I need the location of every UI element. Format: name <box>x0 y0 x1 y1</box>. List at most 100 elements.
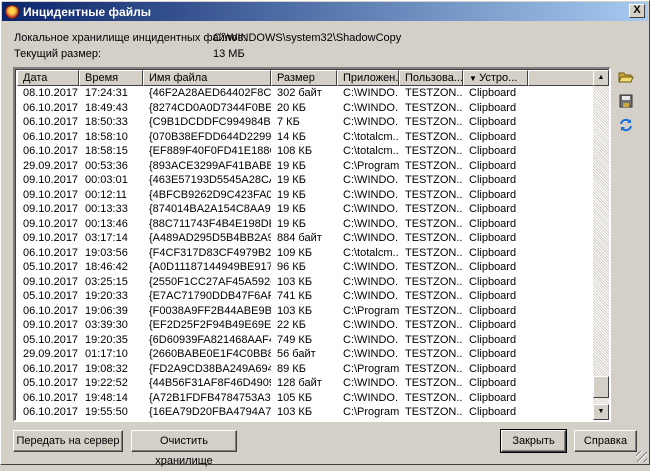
table-row[interactable]: 06.10.2017 19:55:50 {16EA79D20FBA4794A7F..… <box>17 405 595 420</box>
table-row[interactable]: 05.10.2017 19:20:33 {E7AC71790DDB47F6AF8..… <box>17 289 595 304</box>
table-cell: 103 КБ <box>277 406 313 418</box>
refresh-icon[interactable] <box>618 117 634 133</box>
table-cell: C:\WINDO... <box>343 290 399 302</box>
table-cell: 20 КБ <box>277 101 306 114</box>
column-header[interactable] <box>528 70 595 86</box>
incident-files-table[interactable]: Дата Время Имя файла Размер Приложен... Польз… <box>13 67 611 422</box>
table-cell: 06.10.2017 <box>23 304 79 317</box>
table-row[interactable]: 06.10.2017 19:03:56 {F4CF317D83CF4979B2D..… <box>17 246 595 261</box>
column-header[interactable]: Дата <box>17 70 79 86</box>
table-cell: 19 КБ <box>277 174 306 186</box>
table-cell: 749 КБ <box>277 333 313 346</box>
table-cell: {070B38EFDD644D22997... <box>149 130 271 143</box>
table-row[interactable]: 06.10.2017 18:58:10 {070B38EFDD644D22997..… <box>17 130 595 145</box>
column-header[interactable]: Пользова... <box>399 70 463 86</box>
table-cell: C:\WINDO... <box>343 188 399 201</box>
table-cell: TESTZON... <box>405 232 463 244</box>
resize-grip[interactable] <box>636 451 647 462</box>
scroll-up-button[interactable]: ▲ <box>593 70 609 86</box>
column-header[interactable]: Имя файла <box>143 70 271 86</box>
table-cell: 00:12:11 <box>85 188 128 201</box>
send-to-server-button[interactable]: Передать на сервер <box>13 430 123 452</box>
table-row[interactable]: 29.09.2017 01:17:10 {2660BABE0E1F4C0BB81..… <box>17 347 595 362</box>
table-cell: C:\totalcm... <box>343 246 399 259</box>
vertical-scrollbar[interactable]: ▲ ▼ <box>593 70 609 420</box>
scroll-down-button[interactable]: ▼ <box>593 404 609 420</box>
clear-storage-button[interactable]: Очистить хранилище <box>131 430 237 467</box>
table-cell: 03:25:15 <box>85 275 128 288</box>
storage-path: C:\WINDOWS\system32\ShadowCopy <box>213 32 402 44</box>
table-cell: TESTZON... <box>405 174 463 186</box>
open-folder-icon[interactable] <box>618 69 634 85</box>
table-cell: 09.10.2017 <box>23 232 79 244</box>
table-cell: {44B56F31AF8F46D49092... <box>149 377 271 389</box>
table-cell: 103 КБ <box>277 304 313 317</box>
table-cell: Clipboard <box>469 217 517 230</box>
column-header[interactable]: Размер <box>271 70 337 86</box>
table-cell: {16EA79D20FBA4794A7F... <box>149 406 271 418</box>
table-row[interactable]: 05.10.2017 18:46:42 {A0D11187144949BE917..… <box>17 260 595 275</box>
table-cell: TESTZON... <box>405 130 463 143</box>
save-icon[interactable] <box>618 93 634 109</box>
table-row[interactable]: 09.10.2017 00:13:46 {88C711743F4B4E198DE..… <box>17 217 595 232</box>
table-row[interactable]: 06.10.2017 19:48:14 {A72B1FDFB4784753A38..… <box>17 391 595 406</box>
help-button[interactable]: Справка <box>574 430 637 452</box>
table-cell: {6D60939FA821468AAF42... <box>149 333 271 346</box>
table-row[interactable]: 08.10.2017 17:24:31 {46F2A28AED64402F8C0..… <box>17 86 595 101</box>
table-row[interactable]: 05.10.2017 19:22:52 {44B56F31AF8F46D49092.… <box>17 376 595 391</box>
table-row[interactable]: 29.09.2017 00:53:36 {893ACE3299AF41BABB7..… <box>17 159 595 174</box>
table-cell: C:\WINDO... <box>343 203 399 215</box>
table-cell: TESTZON... <box>405 290 463 302</box>
table-cell: TESTZON... <box>405 203 463 215</box>
table-cell: 302 байт <box>277 87 322 99</box>
table-cell: 09.10.2017 <box>23 188 79 201</box>
table-cell: Clipboard <box>469 261 517 273</box>
table-row[interactable]: 09.10.2017 00:03:01 {463E57193D5545A28CA..… <box>17 173 595 188</box>
table-cell: 06.10.2017 <box>23 391 79 404</box>
table-row[interactable]: 09.10.2017 00:12:11 {4BFCB9262D9C423FA03..… <box>17 188 595 203</box>
table-cell: Clipboard <box>469 290 517 302</box>
table-cell: Clipboard <box>469 188 517 201</box>
table-cell: {EF2D25F2F94B49E69EF... <box>149 319 271 331</box>
table-cell: TESTZON... <box>405 391 463 404</box>
incident-files-window: Инцидентные файлы X Локальное хранилище … <box>0 0 650 467</box>
table-cell: 06.10.2017 <box>23 145 79 157</box>
table-row[interactable]: 09.10.2017 03:25:15 {2550F1CC27AF45A5926C.… <box>17 275 595 290</box>
table-cell: 08.10.2017 <box>23 87 79 99</box>
table-row[interactable]: 06.10.2017 18:49:43 {8274CD0A0D7344F0BE6..… <box>17 101 595 116</box>
scroll-thumb[interactable] <box>593 376 609 398</box>
table-row[interactable]: 06.10.2017 18:50:33 {C9B1DCDDFC994984BB...… <box>17 115 595 130</box>
table-row[interactable]: 06.10.2017 18:58:15 {EF889F40F0FD41E188CF.… <box>17 144 595 159</box>
column-header[interactable]: ▼ Устро... <box>463 70 528 86</box>
table-row[interactable]: 06.10.2017 19:06:39 {F0038A9FF2B44ABE9B8..… <box>17 304 595 319</box>
table-cell: 05.10.2017 <box>23 261 79 273</box>
table-cell: Clipboard <box>469 362 517 375</box>
table-row[interactable]: 09.10.2017 00:13:33 {874014BA2A154C8AA92..… <box>17 202 595 217</box>
table-cell: 103 КБ <box>277 275 313 288</box>
table-cell: 09.10.2017 <box>23 174 79 186</box>
sort-descending-icon: ▼ <box>469 74 480 83</box>
table-cell: TESTZON... <box>405 304 463 317</box>
close-button[interactable]: Закрыть <box>500 429 567 453</box>
column-header[interactable]: Время <box>79 70 143 86</box>
table-cell: Clipboard <box>469 232 517 244</box>
column-header[interactable]: Приложен... <box>337 70 399 86</box>
table-cell: TESTZON... <box>405 406 463 418</box>
table-row[interactable]: 05.10.2017 19:20:35 {6D60939FA821468AAF42.… <box>17 333 595 348</box>
table-cell: 108 КБ <box>277 145 313 157</box>
table-cell: Clipboard <box>469 391 517 404</box>
table-cell: 29.09.2017 <box>23 159 79 172</box>
table-cell: C:\WINDO... <box>343 261 399 273</box>
close-window-button[interactable]: X <box>629 4 645 18</box>
table-cell: 00:13:46 <box>85 217 128 230</box>
table-cell: 96 КБ <box>277 261 306 273</box>
table-cell: {893ACE3299AF41BABB7... <box>149 159 271 172</box>
table-row[interactable]: 09.10.2017 03:39:30 {EF2D25F2F94B49E69EF..… <box>17 318 595 333</box>
table-cell: Clipboard <box>469 377 517 389</box>
table-cell: {46F2A28AED64402F8C0... <box>149 87 271 99</box>
table-row[interactable]: 06.10.2017 19:08:32 {FD2A9CD38BA249A6946..… <box>17 362 595 377</box>
table-cell: C:\WINDO... <box>343 174 399 186</box>
table-cell: 19 КБ <box>277 159 306 172</box>
table-row[interactable]: 09.10.2017 03:17:14 {A489AD295D5B4BB2A9F..… <box>17 231 595 246</box>
table-cell: 18:50:33 <box>85 116 128 128</box>
